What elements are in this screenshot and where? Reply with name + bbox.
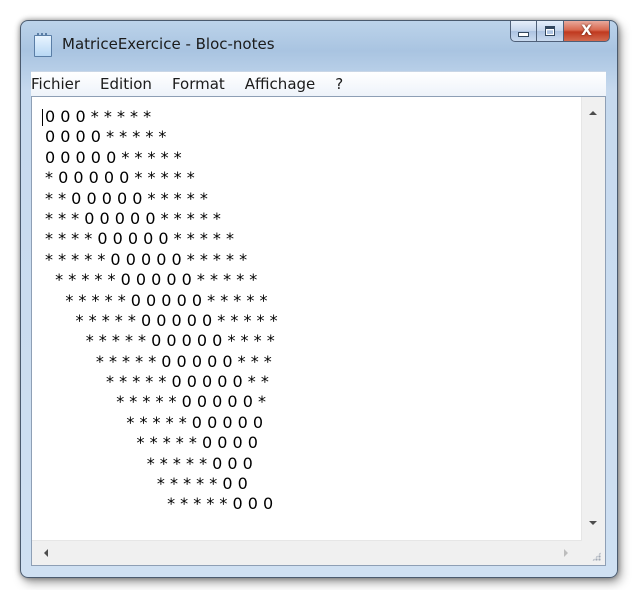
notepad-icon[interactable] [34,33,52,57]
menu-format[interactable]: Format [162,75,235,93]
scroll-down-arrow-icon[interactable] [589,521,597,525]
scroll-up-arrow-icon[interactable] [589,111,597,115]
text-line: * * * * * 0 0 0 0 0 * * * * * [45,249,248,269]
scroll-right-arrow-icon[interactable] [564,549,568,557]
text-caret [42,109,43,126]
menu-edition[interactable]: Edition [90,75,162,93]
menu-bar: Fichier Edition Format Affichage ? [31,71,606,96]
size-grip-icon[interactable] [582,541,605,565]
text-line: * * * * * 0 0 0 0 0 [45,412,264,432]
text-line: * * * * * 0 0 0 0 0 * * * * * [45,310,278,330]
text-line: * * * * * 0 0 [45,474,248,494]
maximize-icon [545,26,555,36]
editor[interactable]: 0 0 0 * * * * * 0 0 0 0 * * * * * 0 0 0 … [31,96,606,566]
text-line: 0 0 0 * * * * * [45,107,152,126]
text-line: * * * * * 0 0 0 0 0 * * * * [45,331,275,351]
minimize-icon [518,31,529,37]
vertical-scrollbar[interactable] [581,97,605,541]
text-line: 0 0 0 0 * * * * * [45,127,167,147]
close-button[interactable]: X [564,21,610,42]
document-text[interactable]: 0 0 0 * * * * * 0 0 0 0 * * * * * 0 0 0 … [45,107,278,515]
text-line: * * * * 0 0 0 0 0 * * * * * [45,229,235,249]
minimize-button[interactable] [510,21,537,42]
text-line: * * * * * 0 0 0 [45,494,274,514]
text-line: * * * * * 0 0 0 0 0 * * * * * [45,270,258,290]
menu-affichage[interactable]: Affichage [235,75,325,93]
notepad-window: MatriceExercice - Bloc-notes X Fichier E… [20,20,618,578]
menu-fichier[interactable]: Fichier [31,75,90,93]
caption-buttons: X [510,21,610,43]
text-line: * 0 0 0 0 0 * * * * * [45,168,195,188]
text-area[interactable]: 0 0 0 * * * * * 0 0 0 0 * * * * * 0 0 0 … [32,97,582,541]
close-icon: X [581,23,592,39]
text-line: 0 0 0 0 0 * * * * * [45,147,182,167]
text-line: * * * * * 0 0 0 [45,453,253,473]
title-bar[interactable]: MatriceExercice - Bloc-notes X [21,21,617,67]
menu-help[interactable]: ? [325,75,353,93]
text-line: * * * 0 0 0 0 0 * * * * * [45,208,221,228]
maximize-button[interactable] [537,21,564,42]
text-line: * * * * * 0 0 0 0 0 * * [45,372,269,392]
text-line: * * * * * 0 0 0 0 0 * * * * * [45,290,268,310]
horizontal-scrollbar[interactable] [32,540,582,565]
text-line: * * * * * 0 0 0 0 0 * * * [45,351,272,371]
window-title: MatriceExercice - Bloc-notes [62,35,275,53]
text-line: * * * * * 0 0 0 0 [45,433,258,453]
scroll-left-arrow-icon[interactable] [44,549,48,557]
text-line: * * 0 0 0 0 0 * * * * * [45,188,208,208]
text-line: * * * * * 0 0 0 0 0 * [45,392,266,412]
